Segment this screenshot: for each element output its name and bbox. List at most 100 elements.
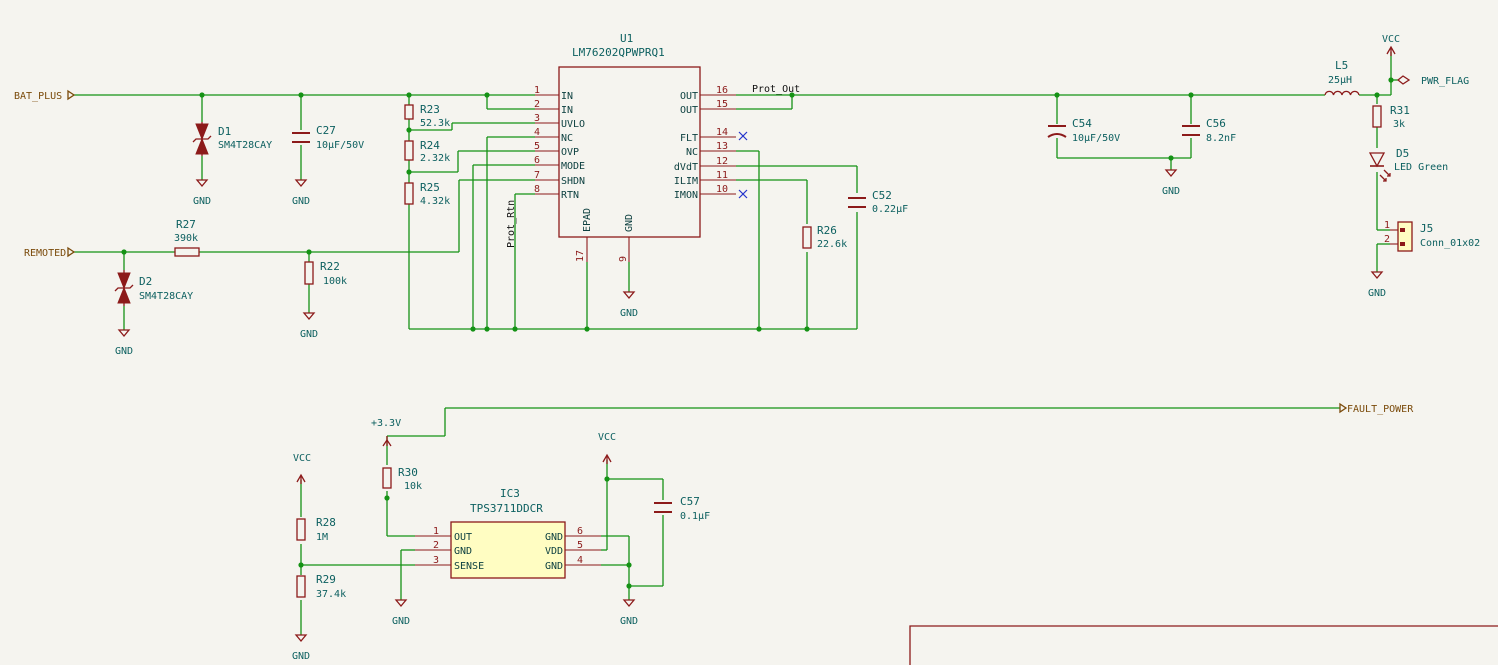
u1-pin-num: 16 bbox=[716, 85, 728, 96]
ic3-pin-num: 2 bbox=[433, 540, 439, 551]
r27-value: 390k bbox=[174, 233, 198, 244]
c56-value: 8.2nF bbox=[1206, 133, 1236, 144]
r27-resistor[interactable]: R27 390k bbox=[174, 218, 200, 257]
u1-pin-num: 12 bbox=[716, 156, 728, 167]
u1-pin-name: ILIM bbox=[674, 176, 698, 187]
ic3-ref: IC3 bbox=[500, 487, 520, 500]
r30-resistor[interactable]: R30 10k bbox=[382, 466, 422, 492]
j5-pin1-num: 1 bbox=[1384, 220, 1390, 231]
l5-inductor[interactable]: L5 25µH bbox=[1324, 59, 1360, 96]
u1-pin-num: 3 bbox=[534, 113, 540, 124]
r23-ref: R23 bbox=[420, 103, 440, 116]
r26-resistor[interactable]: R26 22.6k bbox=[802, 224, 847, 250]
r31-resistor[interactable]: R31 3k bbox=[1372, 104, 1410, 130]
u1-pin-name: UVLO bbox=[561, 119, 585, 130]
power-3v3[interactable]: +3.3V bbox=[371, 418, 401, 447]
r25-resistor[interactable]: R25 4.32k bbox=[404, 181, 450, 207]
u1-ic[interactable]: U1 LM76202QPWPRQ1 1 IN 2 IN 3 UVLO 4 NC 5 OVP 6 MOD… bbox=[534, 32, 736, 262]
r27-ref: R27 bbox=[176, 218, 196, 231]
r28-value: 1M bbox=[316, 532, 328, 543]
r23-resistor[interactable]: R23 52.3k bbox=[404, 103, 450, 129]
vcc-symbols: VCC VCC VCC bbox=[293, 34, 1400, 484]
gnd-label: GND bbox=[115, 346, 133, 357]
u1-pin-num: 4 bbox=[534, 127, 540, 138]
j5-value: Conn_01x02 bbox=[1420, 238, 1480, 249]
ic3-ic[interactable]: IC3 TPS3711DDCR 1 OUT 2 GND 3 SENSE 6 GND 5 VDD 4 G… bbox=[415, 487, 601, 579]
r23-value: 52.3k bbox=[420, 118, 450, 129]
r24-value: 2.32k bbox=[420, 153, 450, 164]
c54-capacitor[interactable]: C54 10µF/50V bbox=[1047, 117, 1120, 144]
c56-capacitor[interactable]: C56 8.2nF bbox=[1182, 117, 1236, 144]
r30-value: 10k bbox=[404, 481, 422, 492]
u1-pin-9-num: 9 bbox=[618, 256, 629, 262]
net-label-prot-out[interactable]: Prot_Out bbox=[752, 84, 800, 95]
r25-value: 4.32k bbox=[420, 196, 450, 207]
d2-ref: D2 bbox=[139, 275, 152, 288]
d2-value: SM4T28CAY bbox=[139, 291, 193, 302]
ic3-pin-name: GND bbox=[545, 532, 563, 543]
sheet-border-title-block bbox=[909, 625, 1498, 665]
r22-resistor[interactable]: R22 100k bbox=[304, 260, 347, 287]
r29-value: 37.4k bbox=[316, 589, 346, 600]
u1-pin-name: FLT bbox=[680, 133, 698, 144]
gnd-label: GND bbox=[1368, 288, 1386, 299]
c27-capacitor[interactable]: C27 10µF/50V bbox=[292, 124, 364, 151]
global-label-bat-plus[interactable]: BAT_PLUS bbox=[14, 89, 76, 102]
u1-pin-num: 6 bbox=[534, 155, 540, 166]
global-label-fault-power[interactable]: FAULT_POWER bbox=[1339, 402, 1414, 415]
no-connect-markers bbox=[738, 131, 748, 199]
net-label-prot-rtn[interactable]: Prot_Rtn bbox=[506, 200, 517, 248]
u1-pin-epad-name: EPAD bbox=[582, 208, 593, 232]
gnd-icon bbox=[622, 599, 636, 608]
vcc-label: VCC bbox=[1382, 34, 1400, 45]
j5-connector[interactable]: 1 2 J5 Conn_01x02 bbox=[1384, 220, 1480, 252]
gnd-icon bbox=[294, 634, 308, 643]
u1-pin-num: 5 bbox=[534, 141, 540, 152]
r25-ref: R25 bbox=[420, 181, 440, 194]
gnd-icon bbox=[302, 312, 316, 321]
pwr-flag[interactable]: PWR_FLAG bbox=[1396, 75, 1469, 87]
c52-ref: C52 bbox=[872, 189, 892, 202]
r31-ref: R31 bbox=[1390, 104, 1410, 117]
gnd-label: GND bbox=[292, 651, 310, 662]
u1-pin-num: 10 bbox=[716, 184, 728, 195]
gnd-icon bbox=[622, 291, 636, 300]
ic3-value: TPS3711DDCR bbox=[470, 502, 543, 515]
d5-led[interactable]: D5 LED Green bbox=[1368, 147, 1448, 182]
svg-text:FAULT_POWER: FAULT_POWER bbox=[1347, 404, 1414, 415]
u1-pin-name: IN bbox=[561, 91, 573, 102]
ic3-pin-num: 1 bbox=[433, 526, 439, 537]
gnd-icon bbox=[1164, 169, 1178, 178]
u1-pin-name: NC bbox=[561, 133, 573, 144]
r22-value: 100k bbox=[323, 276, 347, 287]
u1-pin-num: 14 bbox=[716, 127, 728, 138]
u1-pin-gnd-name: GND bbox=[624, 214, 635, 232]
c27-ref: C27 bbox=[316, 124, 336, 137]
u1-pin-name: NC bbox=[686, 147, 698, 158]
d1-ref: D1 bbox=[218, 125, 231, 138]
r31-value: 3k bbox=[1393, 119, 1405, 130]
r28-resistor[interactable]: R28 1M bbox=[296, 516, 336, 543]
svg-text:BAT_PLUS: BAT_PLUS bbox=[14, 91, 62, 102]
svg-text:REMOTED: REMOTED bbox=[24, 248, 66, 259]
ic3-pin-name: SENSE bbox=[454, 561, 484, 572]
gnd-icon bbox=[195, 179, 209, 188]
d2-tvs-diode[interactable]: D2 SM4T28CAY bbox=[114, 270, 193, 306]
u1-pin-num: 2 bbox=[534, 99, 540, 110]
d1-tvs-diode[interactable]: D1 SM4T28CAY bbox=[192, 122, 272, 156]
j5-pin2-num: 2 bbox=[1384, 234, 1390, 245]
global-label-remoted[interactable]: REMOTED bbox=[24, 246, 76, 259]
c52-value: 0.22µF bbox=[872, 204, 908, 215]
u1-ref: U1 bbox=[620, 32, 633, 45]
u1-pin-name: OUT bbox=[680, 91, 698, 102]
ic3-pin-num: 4 bbox=[577, 555, 583, 566]
r29-ref: R29 bbox=[316, 573, 336, 586]
r24-resistor[interactable]: R24 2.32k bbox=[404, 139, 450, 164]
u1-pin-name: OVP bbox=[561, 147, 579, 158]
gnd-icon bbox=[394, 599, 408, 608]
c57-ref: C57 bbox=[680, 495, 700, 508]
u1-pin-name: dVdT bbox=[674, 162, 698, 173]
r24-ref: R24 bbox=[420, 139, 440, 152]
r29-resistor[interactable]: R29 37.4k bbox=[296, 573, 346, 600]
u1-pin-num: 7 bbox=[534, 170, 540, 181]
